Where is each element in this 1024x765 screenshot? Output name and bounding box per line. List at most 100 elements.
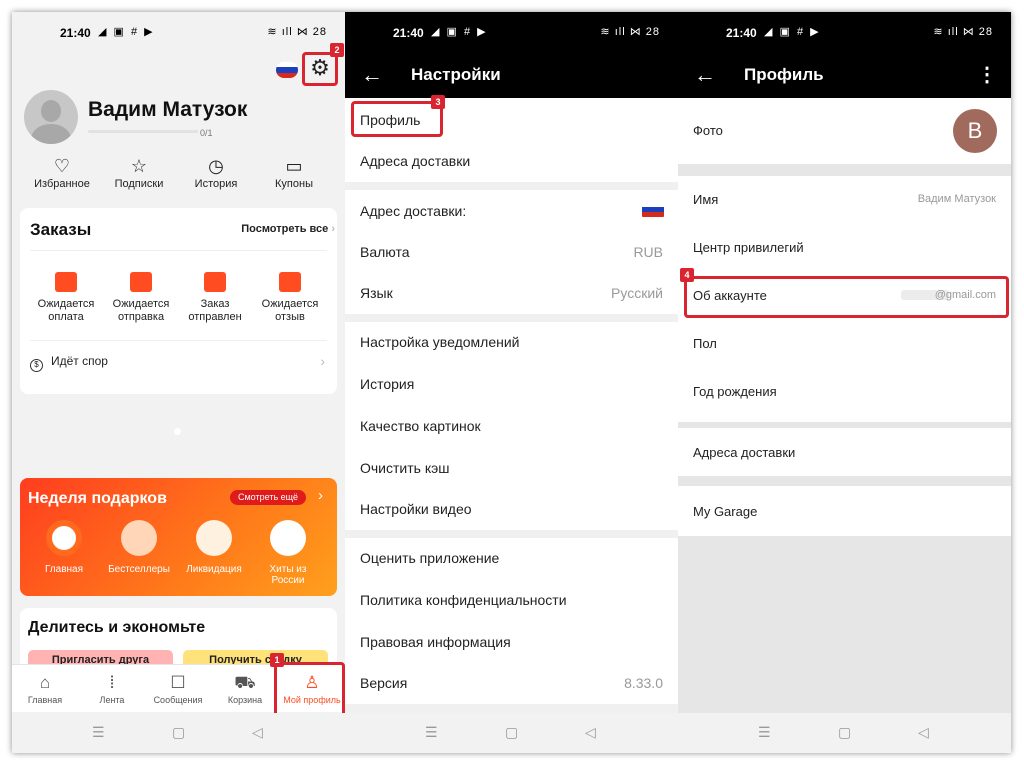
settings-row-legal[interactable]: Правовая информация: [345, 622, 678, 664]
tab-messages[interactable]: ☐ Сообщения: [148, 673, 208, 705]
order-awaiting-payment[interactable]: Ожидается оплата: [30, 272, 102, 324]
back-nav-icon[interactable]: ◁: [252, 724, 263, 741]
gift-item-liquidation[interactable]: Ликвидация: [180, 520, 248, 575]
menu-nav-icon[interactable]: ☰: [425, 724, 438, 741]
quick-link-coupons[interactable]: ▭ Купоны: [254, 154, 334, 190]
profile-row-my-garage[interactable]: My Garage: [678, 486, 1011, 536]
menu-nav-icon[interactable]: ☰: [758, 724, 771, 741]
status-time: 21:40: [393, 26, 424, 40]
megaphone-icon: [196, 520, 232, 556]
divider: [30, 250, 327, 251]
tab-cart[interactable]: ⛟ Корзина: [215, 673, 275, 705]
screenshot-frame: 21:40 ◢ ▣ # ▶ ≋ ıll ⋈ 28 ⚙ 2 Вадим Матуз…: [12, 12, 1011, 753]
profile-row-photo[interactable]: Фото B: [678, 98, 1011, 164]
home-nav-icon[interactable]: ▢: [838, 724, 851, 741]
settings-row-history[interactable]: История: [345, 364, 678, 406]
more-vertical-icon[interactable]: ⋮: [977, 62, 997, 87]
settings-row-addresses[interactable]: Адреса доставки: [345, 140, 678, 182]
settings-row-video[interactable]: Настройки видео: [345, 490, 678, 530]
level-progress-text: 0/1: [200, 128, 213, 138]
profile-home-screen: 21:40 ◢ ▣ # ▶ ≋ ıll ⋈ 28 ⚙ 2 Вадим Матуз…: [12, 12, 345, 753]
order-shipped[interactable]: Заказ отправлен: [179, 272, 251, 324]
clock-icon: ◷: [208, 156, 224, 176]
gift-week-see-more-button[interactable]: Смотреть ещё: [230, 490, 307, 505]
smile-logo-icon: [46, 520, 82, 556]
profile-row-gender[interactable]: Пол: [678, 320, 1011, 368]
menu-nav-icon[interactable]: ☰: [92, 724, 105, 741]
avatar[interactable]: B: [953, 109, 997, 153]
back-arrow-icon[interactable]: ←: [694, 62, 716, 88]
cart-icon: ⛟: [234, 673, 256, 692]
settings-row-language[interactable]: Язык Русский: [345, 274, 678, 314]
home-nav-icon[interactable]: ▢: [505, 724, 518, 741]
chat-icon: ☐: [170, 673, 186, 692]
step-badge-1: 1: [270, 653, 284, 667]
settings-row-clear-cache[interactable]: Очистить кэш: [345, 448, 678, 490]
highlight-profile-tab: [274, 662, 345, 717]
back-nav-icon[interactable]: ◁: [585, 724, 596, 741]
settings-row-version: Версия 8.33.0: [360, 675, 663, 691]
status-time: 21:40: [726, 26, 757, 40]
page-title: Профиль: [744, 65, 824, 84]
truck-icon: [204, 272, 226, 292]
order-awaiting-shipment[interactable]: Ожидается отправка: [105, 272, 177, 324]
profile-details-screen: 21:40 ◢ ▣ # ▶ ≋ ıll ⋈ 28 ← Профиль ⋮ Фот…: [678, 12, 1011, 753]
status-system-icons: ≋ ıll ⋈ 28: [600, 26, 660, 38]
heart-icon: ♡: [53, 156, 71, 176]
settings-row-notifications[interactable]: Настройка уведомлений: [345, 322, 678, 364]
avatar[interactable]: [24, 90, 78, 144]
settings-row-privacy[interactable]: Политика конфиденциальности: [345, 580, 678, 622]
status-bar: 21:40 ◢ ▣ # ▶ ≋ ıll ⋈ 28: [678, 12, 1011, 52]
russia-flag-icon[interactable]: [276, 62, 298, 78]
chevron-right-icon: ›: [331, 223, 335, 235]
heart-badge-icon: [270, 520, 306, 556]
profile-row-privileges[interactable]: Центр привилегий: [678, 224, 1011, 272]
status-bar: 21:40 ◢ ▣ # ▶ ≋ ıll ⋈ 28: [345, 12, 678, 52]
username: Вадим Матузок: [88, 98, 248, 121]
star-icon: ☆: [130, 156, 148, 176]
system-nav-bar: ☰ ▢ ◁: [12, 713, 345, 753]
system-nav-bar: ☰ ▢ ◁: [345, 713, 678, 753]
status-system-icons: ≋ ıll ⋈ 28: [267, 26, 327, 38]
system-nav-bar: ☰ ▢ ◁: [678, 713, 1011, 753]
profile-row-addresses[interactable]: Адреса доставки: [678, 428, 1011, 476]
share-title: Делитесь и экономьте: [28, 619, 206, 636]
orders-title: Заказы: [30, 220, 92, 239]
home-nav-icon[interactable]: ▢: [172, 724, 185, 741]
highlight-settings: [302, 52, 338, 86]
bestsellers-icon: [121, 520, 157, 556]
feed-icon: ⦙: [110, 673, 114, 692]
settings-row-image-quality[interactable]: Качество картинок: [345, 406, 678, 448]
dispute-row[interactable]: $ Идёт спор ›: [30, 353, 327, 372]
step-badge-4: 4: [680, 268, 694, 282]
profile-row-birth-year[interactable]: Год рождения: [678, 368, 1011, 416]
status-app-icons: ◢ ▣ # ▶: [764, 26, 821, 38]
quick-link-history[interactable]: ◷ История: [176, 154, 256, 190]
tab-home[interactable]: ⌂ Главная: [15, 673, 75, 705]
box-icon: [130, 272, 152, 292]
review-icon: [279, 272, 301, 292]
settings-row-delivery-address[interactable]: Адрес доставки:: [345, 190, 678, 232]
profile-row-name[interactable]: Имя Вадим Матузок: [678, 176, 1011, 224]
chevron-right-icon: ›: [320, 353, 325, 369]
see-all-orders-link[interactable]: Посмотреть все ›: [241, 223, 335, 235]
divider: [30, 340, 327, 341]
status-bar: 21:40 ◢ ▣ # ▶ ≋ ıll ⋈ 28: [12, 12, 345, 52]
quick-link-subscriptions[interactable]: ☆ Подписки: [99, 154, 179, 190]
highlight-account-row: [684, 276, 1009, 318]
order-awaiting-review[interactable]: Ожидается отзыв: [254, 272, 326, 324]
back-arrow-icon[interactable]: ←: [361, 62, 383, 88]
highlight-profile-row: [351, 101, 443, 137]
app-bar: ← Настройки: [345, 52, 678, 98]
settings-row-currency[interactable]: Валюта RUB: [345, 232, 678, 274]
back-nav-icon[interactable]: ◁: [918, 724, 929, 741]
status-app-icons: ◢ ▣ # ▶: [98, 26, 155, 38]
settings-screen: 21:40 ◢ ▣ # ▶ ≋ ıll ⋈ 28 ← Настройки Про…: [345, 12, 678, 753]
quick-link-favorites[interactable]: ♡ Избранное: [22, 154, 102, 190]
gift-item-bestsellers[interactable]: Бестселлеры: [105, 520, 173, 575]
gift-item-home[interactable]: Главная: [30, 520, 98, 575]
gift-item-russia-hits[interactable]: Хиты из России: [254, 520, 322, 586]
tab-feed[interactable]: ⦙ Лента: [82, 673, 142, 705]
step-badge-3: 3: [431, 95, 445, 109]
settings-row-rate-app[interactable]: Оценить приложение: [345, 538, 678, 580]
